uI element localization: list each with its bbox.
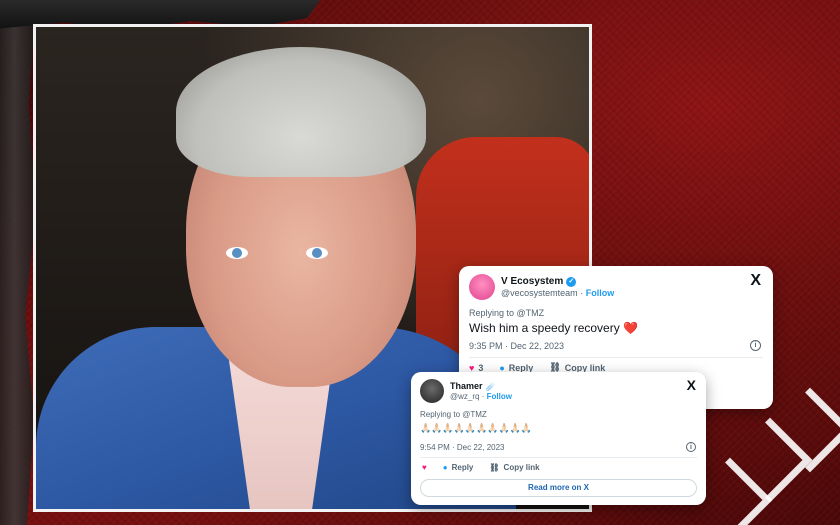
follow-link[interactable]: Follow [586,288,615,298]
follow-link[interactable]: Follow [487,392,512,401]
like-count: 3 [478,362,484,373]
tweet-header: V Ecosystem ✓ @vecosystemteam · Follow [469,274,614,300]
heart-icon: ♥ [422,463,427,472]
comet-emoji: ☄️ [485,381,497,392]
grey-hair [176,47,426,177]
info-icon[interactable]: i [686,442,696,452]
handle[interactable]: @vecosystemteam [501,288,578,298]
timestamp[interactable]: 9:54 PM · Dec 22, 2023 [420,443,505,452]
reply-label: Reply [508,362,534,373]
info-icon[interactable]: i [750,340,761,351]
left-eye [226,247,248,259]
heart-emoji: ❤️ [623,321,639,335]
replying-to: Replying to @TMZ [420,410,487,419]
tweet-text: Wish him a speedy recovery ❤️ [469,321,638,335]
tweet-embed-thamer[interactable]: Thamer ☄️ @wz_rq · Follow X Replying to … [411,372,706,505]
tweet-actions: ♥ ● Reply ⛓ Copy link [422,463,556,472]
separator: · [580,287,584,298]
separator: · [481,391,485,401]
reply-label: Reply [451,463,474,472]
verified-badge-icon: ✓ [566,276,577,287]
read-more-button[interactable]: Read more on X [420,479,697,497]
divider [469,357,763,358]
tweet-text: 🙏🏻🙏🏻🙏🏻🙏🏻🙏🏻🙏🏻🙏🏻🙏🏻🙏🏻🙏🏻 [420,423,532,434]
avatar[interactable] [420,379,444,403]
copy-link-button[interactable]: ⛓ Copy link [489,463,539,472]
display-name[interactable]: V Ecosystem [501,276,563,288]
link-icon: ⛓ [489,463,500,472]
heart-icon: ♥ [469,362,475,373]
like-button[interactable]: ♥ 3 [469,363,483,373]
handle[interactable]: @wz_rq [450,392,479,401]
reply-icon: ● [442,463,448,472]
copy-link-label: Copy link [503,463,540,472]
copy-link-label: Copy link [564,362,606,373]
x-logo-icon[interactable]: X [750,272,761,290]
reply-button[interactable]: ● Reply [443,463,474,472]
tweet-header: Thamer ☄️ @wz_rq · Follow [420,379,512,403]
avatar[interactable] [469,274,495,300]
timestamp[interactable]: 9:35 PM · Dec 22, 2023 [469,341,564,351]
tweet-text-content: Wish him a speedy recovery [469,321,620,335]
reply-icon: ● [499,362,505,373]
like-button[interactable]: ♥ [422,463,427,472]
display-name[interactable]: Thamer [450,381,483,391]
reply-button[interactable]: ● Reply [499,363,533,373]
replying-to: Replying to @TMZ [469,308,545,318]
divider [420,457,697,458]
x-logo-icon[interactable]: X [687,377,696,393]
prayer-emoji-row: 🙏🏻🙏🏻🙏🏻🙏🏻🙏🏻🙏🏻🙏🏻🙏🏻🙏🏻🙏🏻 [420,423,533,433]
right-eye [306,247,328,259]
